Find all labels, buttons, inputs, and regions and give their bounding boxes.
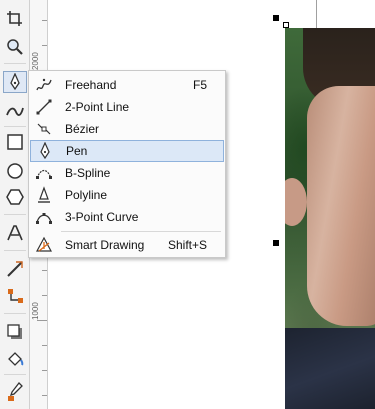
menu-item-3-point-curve[interactable]: 3-Point Curve [30, 206, 224, 228]
dimension-icon[interactable] [3, 258, 27, 280]
polygon-icon[interactable] [3, 186, 27, 208]
menu-item-label: Smart Drawing [65, 238, 145, 252]
drop-shadow-icon[interactable] [3, 321, 27, 343]
three-point-curve-icon [34, 207, 54, 227]
menu-item-label: 3-Point Curve [65, 210, 139, 224]
menu-item-freehand[interactable]: Freehand F5 [30, 74, 224, 96]
menu-item-label: 2-Point Line [65, 100, 130, 114]
menu-item-b-spline[interactable]: B-Spline [30, 162, 224, 184]
selection-handle[interactable] [273, 15, 279, 21]
menu-item-smart-drawing[interactable]: Smart Drawing Shift+S [30, 234, 224, 256]
ellipse-icon[interactable] [3, 160, 27, 182]
connector-icon[interactable] [3, 285, 27, 307]
text-icon[interactable] [3, 222, 27, 244]
fill-icon[interactable] [3, 348, 27, 370]
menu-separator [61, 231, 221, 232]
menu-item-label: Bézier [65, 122, 100, 136]
menu-item-pen[interactable]: Pen [30, 140, 224, 162]
crop-icon[interactable] [3, 8, 27, 30]
menu-item-shortcut: Shift+S [167, 238, 207, 252]
toolbox [0, 0, 30, 409]
selection-handle[interactable] [273, 240, 279, 246]
curve-tools-flyout: Freehand F5 2-Point Line Bézier Pen B-Sp… [28, 70, 226, 258]
curve-icon[interactable] [3, 100, 27, 122]
freehand-icon [34, 75, 54, 95]
menu-item-label: Pen [66, 144, 88, 158]
menu-item-shortcut: F5 [192, 78, 207, 92]
menu-item-label: B-Spline [65, 166, 111, 180]
pen-icon [35, 141, 55, 161]
smart-drawing-icon [34, 235, 54, 255]
menu-item-2-point-line[interactable]: 2-Point Line [30, 96, 224, 118]
menu-item-polyline[interactable]: Polyline [30, 184, 224, 206]
ruler-label: 2000 [31, 52, 40, 70]
menu-item-label: Polyline [65, 188, 108, 202]
two-point-line-icon [34, 97, 54, 117]
ruler-label: 1000 [31, 302, 40, 320]
bezier-icon [34, 119, 54, 139]
rectangle-icon[interactable] [3, 131, 27, 153]
menu-item-label: Freehand [65, 78, 117, 92]
photo-image[interactable] [285, 28, 375, 409]
zoom-icon[interactable] [3, 36, 27, 58]
eyedropper-icon[interactable] [3, 380, 27, 402]
menu-item-bezier[interactable]: Bézier [30, 118, 224, 140]
b-spline-icon [34, 163, 54, 183]
polyline-icon [34, 185, 54, 205]
pen-tool-icon[interactable] [3, 71, 27, 93]
